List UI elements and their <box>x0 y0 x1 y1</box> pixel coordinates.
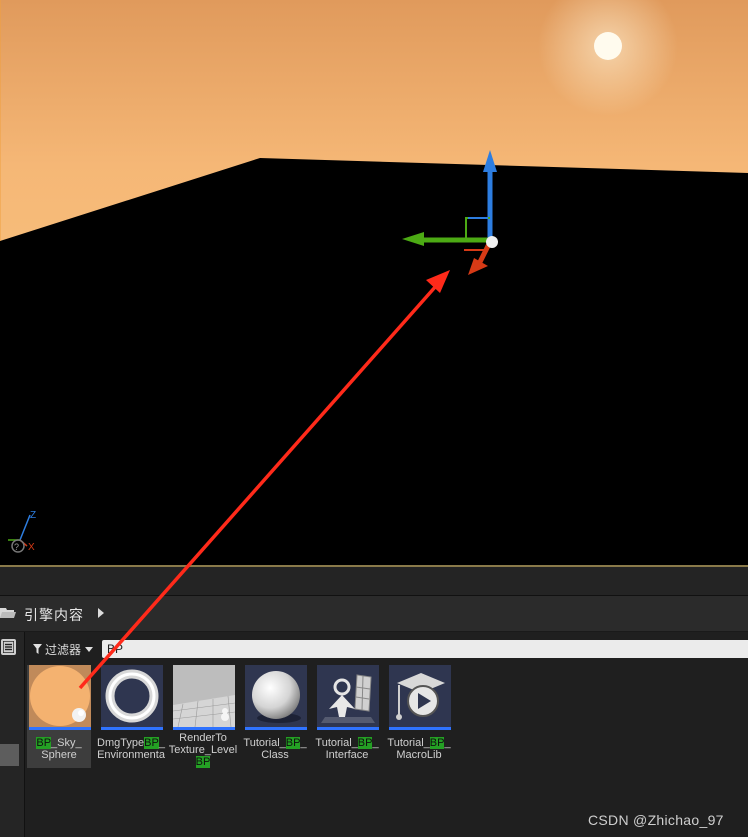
asset-label: BP_Sky_ Sphere <box>36 737 82 761</box>
sky-sphere-icon <box>29 665 91 727</box>
path-root-engine-content[interactable]: 引擎内容 <box>24 605 84 625</box>
render-texture-icon <box>173 665 235 727</box>
folder-icon[interactable] <box>0 606 16 620</box>
panel-gap <box>0 567 748 595</box>
sources-panel-strip <box>0 632 25 837</box>
chevron-down-icon <box>85 647 93 652</box>
asset-label: Tutorial_BP_ Class <box>243 737 307 761</box>
watermark: CSDN @Zhichao_97 <box>588 812 724 828</box>
filter-icon <box>33 644 42 654</box>
selected-source-folder[interactable] <box>0 744 19 766</box>
list-icon <box>3 641 14 653</box>
sources-toggle-button[interactable] <box>1 639 16 655</box>
sphere-icon <box>245 665 307 727</box>
axis-x-label: X <box>28 542 35 553</box>
level-viewport[interactable]: ? Z X <box>0 0 748 565</box>
filters-label: 过滤器 <box>45 643 82 657</box>
svg-text:?: ? <box>14 542 19 552</box>
asset-type-bar <box>389 727 451 730</box>
ring-icon <box>101 665 163 727</box>
path-arrow-icon[interactable] <box>97 608 105 618</box>
asset-type-bar <box>173 727 235 730</box>
viewport-scene: ? Z X <box>0 0 748 565</box>
asset-type-bar <box>317 727 379 730</box>
asset-label: Tutorial_BP_ MacroLib <box>387 737 451 761</box>
macro-icon <box>389 665 451 727</box>
asset-type-bar <box>101 727 163 730</box>
content-browser-header: 引擎内容 <box>0 595 748 631</box>
search-input[interactable]: BP <box>102 640 748 658</box>
ground-mesh <box>0 158 748 565</box>
asset-label: RenderTo Texture_Level BP <box>168 732 238 768</box>
sun <box>594 32 622 60</box>
asset-label: DmgTypeBP_ Environmenta <box>97 737 165 761</box>
filters-button[interactable]: 过滤器 <box>29 639 97 658</box>
asset-tile[interactable]: BP_Sky_ Sphere <box>27 665 91 768</box>
interface-icon <box>317 665 379 727</box>
asset-type-bar <box>245 727 307 730</box>
asset-type-bar <box>29 727 91 730</box>
axis-z-label: Z <box>30 510 36 521</box>
content-browser: 过滤器 BP BP_Sky_ Sphere DmgTypeBP_ Environ… <box>0 632 748 837</box>
asset-label: Tutorial_BP_ Interface <box>315 737 379 761</box>
